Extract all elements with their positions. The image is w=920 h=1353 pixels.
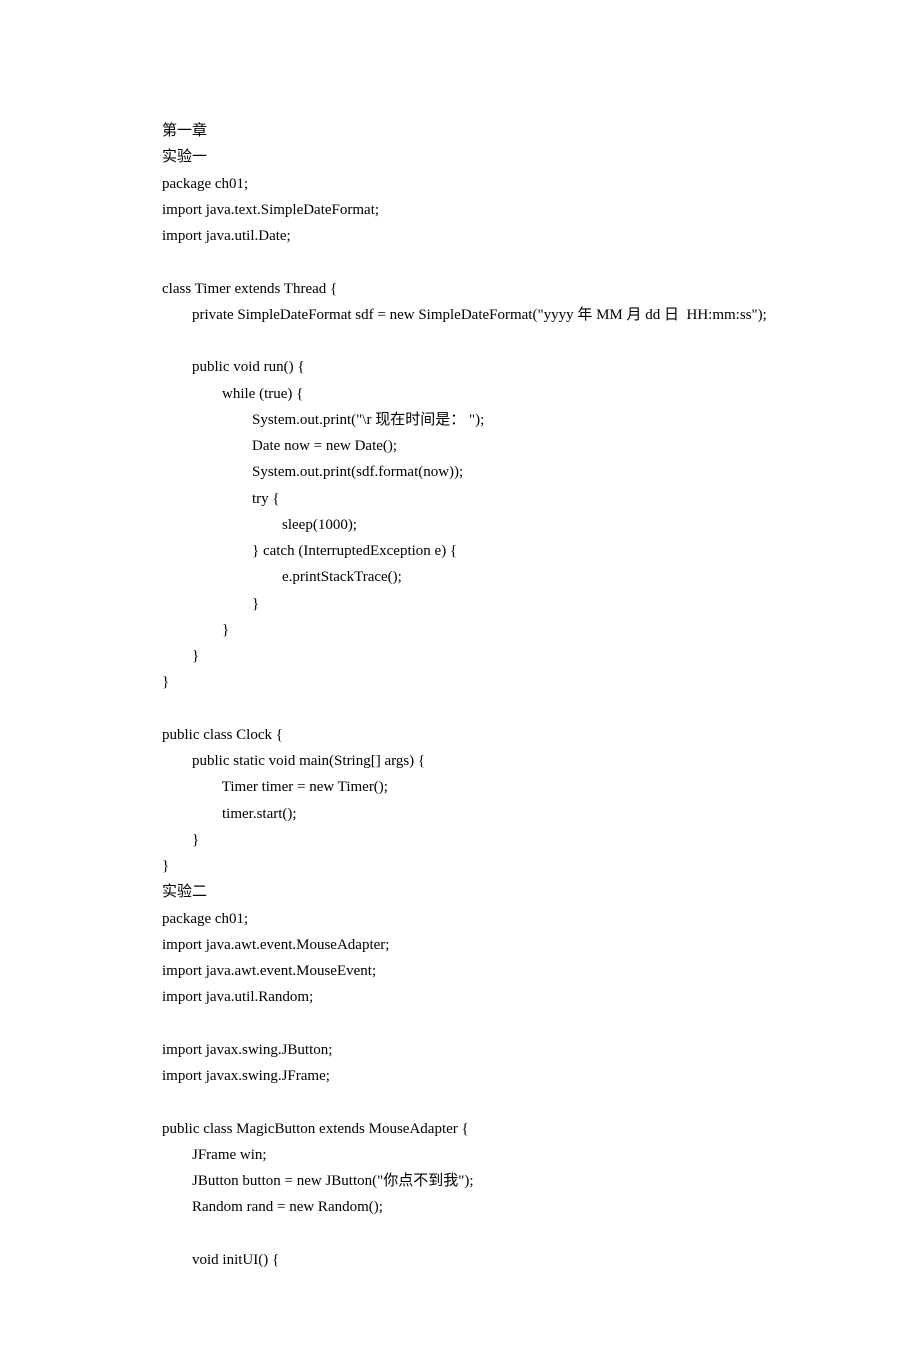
code-line: Date now = new Date();	[162, 433, 840, 459]
code-line	[162, 249, 840, 275]
code-line: public static void main(String[] args) {	[162, 748, 840, 774]
code-line: try {	[162, 486, 840, 512]
code-line: package ch01;	[162, 906, 840, 932]
code-line: JFrame win;	[162, 1142, 840, 1168]
code-line: sleep(1000);	[162, 512, 840, 538]
code-line: package ch01;	[162, 171, 840, 197]
code-line: class Timer extends Thread {	[162, 276, 840, 302]
code-line: JButton button = new JButton("你点不到我");	[162, 1168, 840, 1194]
code-line: import java.text.SimpleDateFormat;	[162, 197, 840, 223]
code-line: while (true) {	[162, 381, 840, 407]
code-line: import java.awt.event.MouseAdapter;	[162, 932, 840, 958]
code-line: }	[162, 827, 840, 853]
code-line: }	[162, 643, 840, 669]
code-line: import java.util.Date;	[162, 223, 840, 249]
code-line: }	[162, 591, 840, 617]
code-line: timer.start();	[162, 801, 840, 827]
code-line	[162, 328, 840, 354]
code-line	[162, 696, 840, 722]
code-line: import java.awt.event.MouseEvent;	[162, 958, 840, 984]
code-line: Timer timer = new Timer();	[162, 774, 840, 800]
code-line: e.printStackTrace();	[162, 564, 840, 590]
code-line: public class MagicButton extends MouseAd…	[162, 1116, 840, 1142]
code-line: import javax.swing.JButton;	[162, 1037, 840, 1063]
code-line: System.out.print(sdf.format(now));	[162, 459, 840, 485]
code-line: }	[162, 853, 840, 879]
code-line: private SimpleDateFormat sdf = new Simpl…	[162, 302, 840, 328]
code-block: 第一章实验一package ch01;import java.text.Simp…	[162, 118, 840, 1273]
code-line: 实验二	[162, 879, 840, 905]
code-line: }	[162, 669, 840, 695]
code-line: System.out.print("\r 现在时间是： ");	[162, 407, 840, 433]
code-line: void initUI() {	[162, 1247, 840, 1273]
code-line: import java.util.Random;	[162, 984, 840, 1010]
code-line: public void run() {	[162, 354, 840, 380]
code-line	[162, 1011, 840, 1037]
code-line: import javax.swing.JFrame;	[162, 1063, 840, 1089]
code-line: 实验一	[162, 144, 840, 170]
code-line	[162, 1221, 840, 1247]
code-line: } catch (InterruptedException e) {	[162, 538, 840, 564]
code-line: }	[162, 617, 840, 643]
document-page: 第一章实验一package ch01;import java.text.Simp…	[0, 0, 920, 1353]
code-line	[162, 1089, 840, 1115]
code-line: 第一章	[162, 118, 840, 144]
code-line: public class Clock {	[162, 722, 840, 748]
code-line: Random rand = new Random();	[162, 1194, 840, 1220]
